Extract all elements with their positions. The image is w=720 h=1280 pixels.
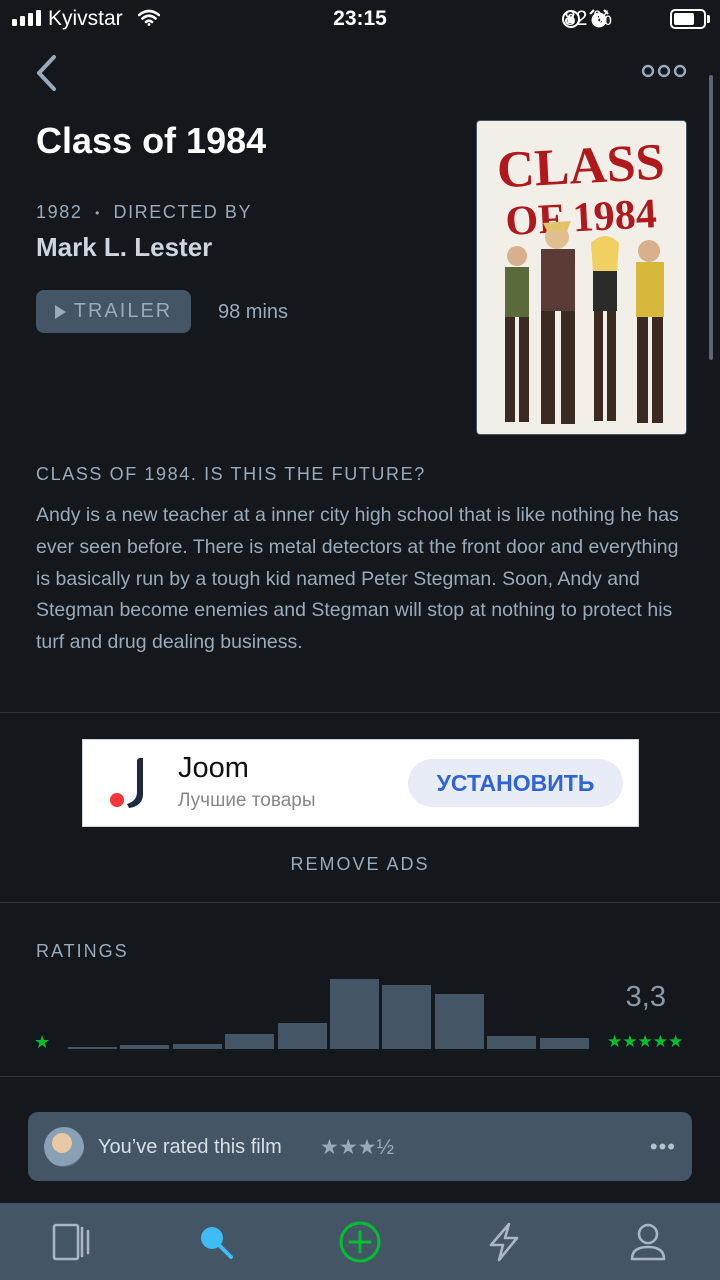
divider (0, 712, 720, 713)
play-icon (54, 304, 66, 319)
high-stars-icon: ★★★★★ (607, 1032, 684, 1051)
your-rating-bar[interactable]: You’ve rated this film ★★★½ ••• (28, 1112, 692, 1181)
ad-banner[interactable]: Joom Лучшие товары УСТАНОВИТЬ (82, 739, 639, 827)
ad-install-button[interactable]: УСТАНОВИТЬ (408, 759, 623, 807)
histogram-bar[interactable] (225, 1034, 274, 1049)
film-poster[interactable]: CLASS OF 1984 (476, 120, 687, 435)
low-star-icon: ★ (34, 1032, 51, 1052)
ad-title: Joom (178, 752, 249, 784)
your-rating-stars: ★★★½ (320, 1136, 394, 1159)
ad-subtitle: Лучшие товары (178, 790, 316, 811)
histogram-bar[interactable] (68, 1047, 117, 1049)
histogram-bar[interactable] (330, 979, 379, 1049)
tab-films[interactable] (22, 1203, 122, 1280)
tab-add[interactable] (310, 1203, 410, 1280)
runtime: 98 mins (218, 301, 289, 323)
chevron-left-icon[interactable] (32, 54, 60, 92)
tagline: CLASS OF 1984. IS THIS THE FUTURE? (36, 464, 426, 484)
histogram-bar[interactable] (173, 1044, 222, 1049)
clock: 23:15 (333, 7, 387, 30)
film-meta: 1982 • DIRECTED BY (36, 202, 253, 222)
histogram-bar[interactable] (435, 994, 484, 1049)
ratings-histogram[interactable] (68, 970, 592, 1049)
battery-icon (670, 9, 710, 29)
poster-title-line2: OF 1984 (504, 191, 657, 245)
film-title: Class of 1984 (36, 120, 267, 161)
divider (0, 902, 720, 903)
trailer-label: TRAILER (73, 300, 173, 322)
histogram-bar[interactable] (120, 1045, 169, 1049)
films-icon (52, 1223, 90, 1260)
tab-bar (0, 1203, 720, 1280)
activity-icon (489, 1222, 519, 1261)
histogram-bar[interactable] (382, 985, 431, 1049)
avatar (44, 1127, 84, 1167)
tab-activity[interactable] (454, 1203, 554, 1280)
histogram-bar[interactable] (278, 1023, 327, 1049)
trailer-button[interactable]: TRAILER (36, 290, 191, 333)
more-horizontal-icon[interactable] (641, 64, 687, 78)
tab-profile[interactable] (598, 1203, 698, 1280)
scrollbar[interactable] (709, 75, 713, 360)
histogram-bar[interactable] (540, 1038, 589, 1049)
director-link[interactable]: Mark L. Lester (36, 232, 212, 263)
add-icon (339, 1221, 381, 1262)
search-icon (201, 1226, 233, 1259)
remove-ads-link[interactable]: REMOVE ADS (0, 854, 720, 875)
histogram-bar[interactable] (487, 1036, 536, 1049)
poster-title-line1: CLASS (496, 134, 666, 200)
average-rating: 3,3 (625, 981, 666, 1013)
more-options-button[interactable]: ••• (650, 1134, 676, 1160)
directed-by-label: DIRECTED BY (113, 202, 253, 222)
joom-logo-icon (110, 758, 143, 808)
battery-percent: 82 % (564, 7, 612, 30)
divider (0, 1076, 720, 1077)
film-year[interactable]: 1982 (36, 202, 82, 222)
tab-search[interactable] (166, 1203, 266, 1280)
status-bar: Kyivstar 23:15 82 % (0, 0, 720, 40)
profile-icon (630, 1223, 666, 1260)
synopsis[interactable]: Andy is a new teacher at a inner city hi… (36, 500, 686, 659)
ratings-label: RATINGS (36, 941, 129, 961)
your-rating-text: You’ve rated this film (98, 1136, 282, 1158)
